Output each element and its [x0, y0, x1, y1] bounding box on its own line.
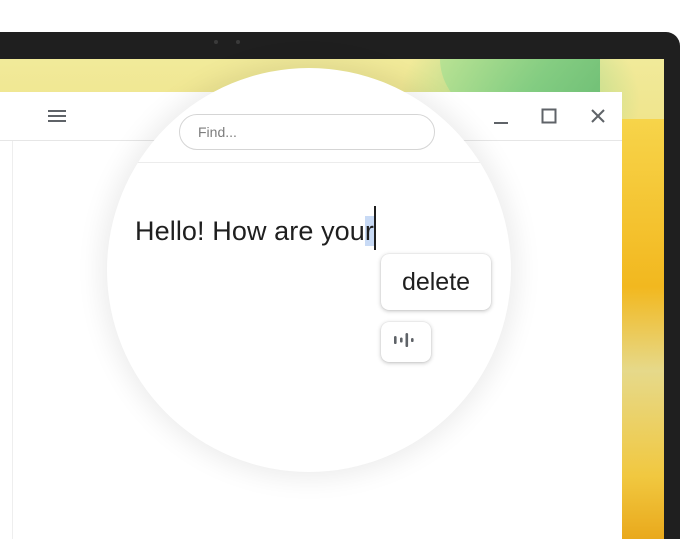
close-icon[interactable]	[586, 104, 610, 128]
delete-suggestion-button[interactable]: delete	[381, 254, 491, 310]
selected-text: r	[364, 216, 374, 246]
find-input[interactable]	[179, 114, 435, 150]
camera-dot	[214, 40, 218, 44]
magnifier-lens: Hello! How are your delete	[107, 68, 511, 472]
editor-text-before: Hello! How are you	[135, 216, 365, 246]
text-caret	[374, 206, 376, 250]
toolbar-divider	[107, 162, 511, 163]
hamburger-menu-icon[interactable]	[45, 104, 69, 128]
editor-text[interactable]: Hello! How are your	[135, 206, 376, 250]
desktop-screenshot: Hello! How are your delete	[0, 0, 689, 539]
voice-waveform-icon	[392, 332, 420, 353]
maximize-icon[interactable]	[537, 104, 561, 128]
minimize-icon[interactable]	[489, 104, 513, 128]
camera-dot	[236, 40, 240, 44]
voice-button[interactable]	[381, 322, 431, 362]
window-left-divider	[12, 141, 13, 539]
